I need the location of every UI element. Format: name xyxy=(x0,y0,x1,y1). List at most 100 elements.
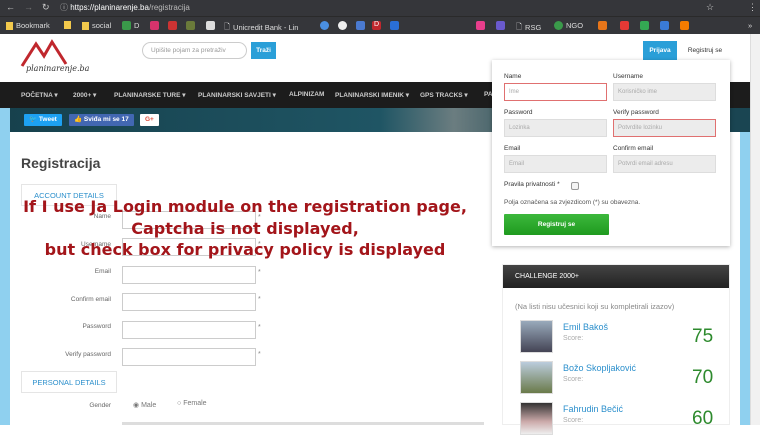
nav-item[interactable]: PLANINARSKI SAVJETI ▾ xyxy=(198,91,276,99)
nav-item[interactable]: GPS TRACKS ▾ xyxy=(420,91,468,99)
panel-username-input[interactable]: Korisničko ime xyxy=(613,83,716,101)
bookmark-item[interactable]: D xyxy=(122,21,139,30)
panel-verify-password-input[interactable]: Potvrdite lozinku xyxy=(613,119,716,137)
bookmark-item[interactable] xyxy=(476,21,485,30)
tweet-button[interactable]: 🐦 Tweet xyxy=(24,114,62,126)
site-icon xyxy=(168,21,177,30)
person-name[interactable]: Emil Bakoš xyxy=(563,322,608,332)
bookmark-item[interactable]: D xyxy=(372,21,381,30)
bookmark-item[interactable]: 🗋 RSG xyxy=(516,21,541,34)
person-name[interactable]: Fahrudin Bečić xyxy=(563,404,623,414)
panel-email-input[interactable]: Email xyxy=(504,155,607,173)
bookmark-item[interactable] xyxy=(338,21,347,30)
menu-icon[interactable]: ⋮ xyxy=(748,2,757,13)
bookmark-item[interactable] xyxy=(680,21,689,30)
login-tab[interactable]: Prijava xyxy=(643,41,677,61)
site-icon xyxy=(476,21,485,30)
site-icon xyxy=(598,21,607,30)
bookmark-item[interactable] xyxy=(496,21,505,30)
translate-icon xyxy=(356,21,365,30)
star-icon[interactable]: ☆ xyxy=(706,2,714,13)
bookmark-item[interactable] xyxy=(320,21,329,30)
chart-icon xyxy=(206,21,215,30)
panel-confirm-email-input[interactable]: Potvrdi email adresu xyxy=(613,155,716,173)
bookmark-item[interactable] xyxy=(660,21,669,30)
password-label: Password xyxy=(504,109,533,116)
panel-name-input[interactable]: Ime xyxy=(504,83,607,101)
folder-icon xyxy=(6,21,13,30)
bookmark-item[interactable] xyxy=(168,21,177,30)
google-plus-button[interactable]: G+ xyxy=(140,114,159,126)
verify-password-input[interactable] xyxy=(122,348,256,366)
bookmark-item[interactable] xyxy=(620,21,629,30)
more-bookmarks-icon[interactable]: » xyxy=(748,21,752,30)
register-tab[interactable]: Registruj se xyxy=(680,41,730,61)
bookmark-label: RSG xyxy=(525,23,542,32)
address-bar[interactable]: ⓘ https://planinarenje.ba/registracija xyxy=(60,2,660,14)
bookmark-item[interactable] xyxy=(640,21,649,30)
nav-item[interactable]: 2000+ ▾ xyxy=(73,91,96,99)
challenge-entry: Božo Skopljaković Score: 70 xyxy=(520,361,740,397)
search-button[interactable]: Traži xyxy=(251,42,276,59)
facebook-like-button[interactable]: 👍 Sviđa mi se 17 xyxy=(69,114,134,126)
bookmark-item[interactable] xyxy=(356,21,365,30)
messenger-icon xyxy=(320,21,329,30)
bookmark-item[interactable]: NGO xyxy=(554,21,583,30)
confirm-email-input[interactable] xyxy=(122,293,256,311)
email-label: Email xyxy=(504,145,521,152)
annotation-line: Captcha is not displayed, xyxy=(131,218,359,238)
bookmark-item[interactable]: social xyxy=(82,21,111,30)
browser-toolbar: ← → ↻ ⓘ https://planinarenje.ba/registra… xyxy=(0,0,760,16)
score-value: 70 xyxy=(692,367,714,388)
verify-password-label: Verify password xyxy=(613,109,659,116)
page-icon: 🗋 xyxy=(516,22,523,31)
scrollbar[interactable] xyxy=(750,34,760,425)
bookmark-label: Unicredit Bank - Lin xyxy=(233,23,299,32)
url-path: /registracija xyxy=(148,3,190,12)
url-domain: https://planinarenje.ba xyxy=(70,3,149,12)
reload-icon[interactable]: ↻ xyxy=(42,2,50,13)
confirm-email-label: Confirm email xyxy=(70,296,111,303)
male-radio[interactable]: ◉ Male xyxy=(133,401,156,409)
bookmark-item[interactable] xyxy=(598,21,607,30)
instagram-icon xyxy=(150,21,159,30)
email-input[interactable] xyxy=(122,266,256,284)
password-input[interactable] xyxy=(122,321,256,339)
folder-icon xyxy=(82,21,89,30)
register-dropdown-panel: Name Ime Username Korisničko ime Passwor… xyxy=(492,60,730,246)
site-icon xyxy=(496,21,505,30)
sheets-icon xyxy=(122,21,131,30)
bookmark-item[interactable] xyxy=(186,21,195,30)
challenge-subtitle: (Na listi nisu učesnici koji su kompleti… xyxy=(515,302,675,311)
bookmark-item[interactable]: 🗋 Unicredit Bank - Lin xyxy=(224,21,298,34)
register-submit-button[interactable]: Registruj se xyxy=(504,214,609,235)
female-label: Female xyxy=(183,400,207,407)
bookmark-item[interactable] xyxy=(206,21,215,30)
bookmark-item[interactable] xyxy=(150,21,159,30)
bookmark-item[interactable]: Bookmark xyxy=(6,21,50,30)
tweet-label: Tweet xyxy=(38,116,57,123)
annotation-line: If I use Ja Login module on the registra… xyxy=(23,197,467,216)
person-name[interactable]: Božo Skopljaković xyxy=(563,363,636,373)
bookmark-item[interactable] xyxy=(64,21,71,29)
panel-password-input[interactable]: Lozinka xyxy=(504,119,607,137)
site-icon xyxy=(338,21,347,30)
female-radio[interactable]: ○ Female xyxy=(177,400,207,407)
nav-item[interactable]: POČETNA ▾ xyxy=(21,91,58,99)
privacy-checkbox[interactable] xyxy=(571,182,579,190)
maps-pin-icon xyxy=(620,21,629,30)
nav-item[interactable]: PLANINARSKI IMENIK ▾ xyxy=(335,91,409,99)
left-background-strip xyxy=(0,108,10,425)
site-logo[interactable]: planinarenje.ba xyxy=(18,38,89,76)
forward-icon[interactable]: → xyxy=(24,2,33,12)
back-icon[interactable]: ← xyxy=(6,2,15,12)
annotation-overlay: If I use Ja Login module on the registra… xyxy=(0,196,490,261)
nav-item[interactable]: PLANINARSKE TURE ▾ xyxy=(114,91,186,99)
challenge-entry: Fahrudin Bečić Score: 60 xyxy=(520,402,740,438)
search-input[interactable]: Upišite pojam za pretraživ xyxy=(142,42,247,59)
score-value: 75 xyxy=(692,326,714,347)
page-icon: 🗋 xyxy=(224,22,231,31)
page-title: Registracija xyxy=(21,155,101,171)
bookmark-item[interactable] xyxy=(390,21,399,30)
nav-item[interactable]: ALPINIZAM xyxy=(289,91,324,98)
